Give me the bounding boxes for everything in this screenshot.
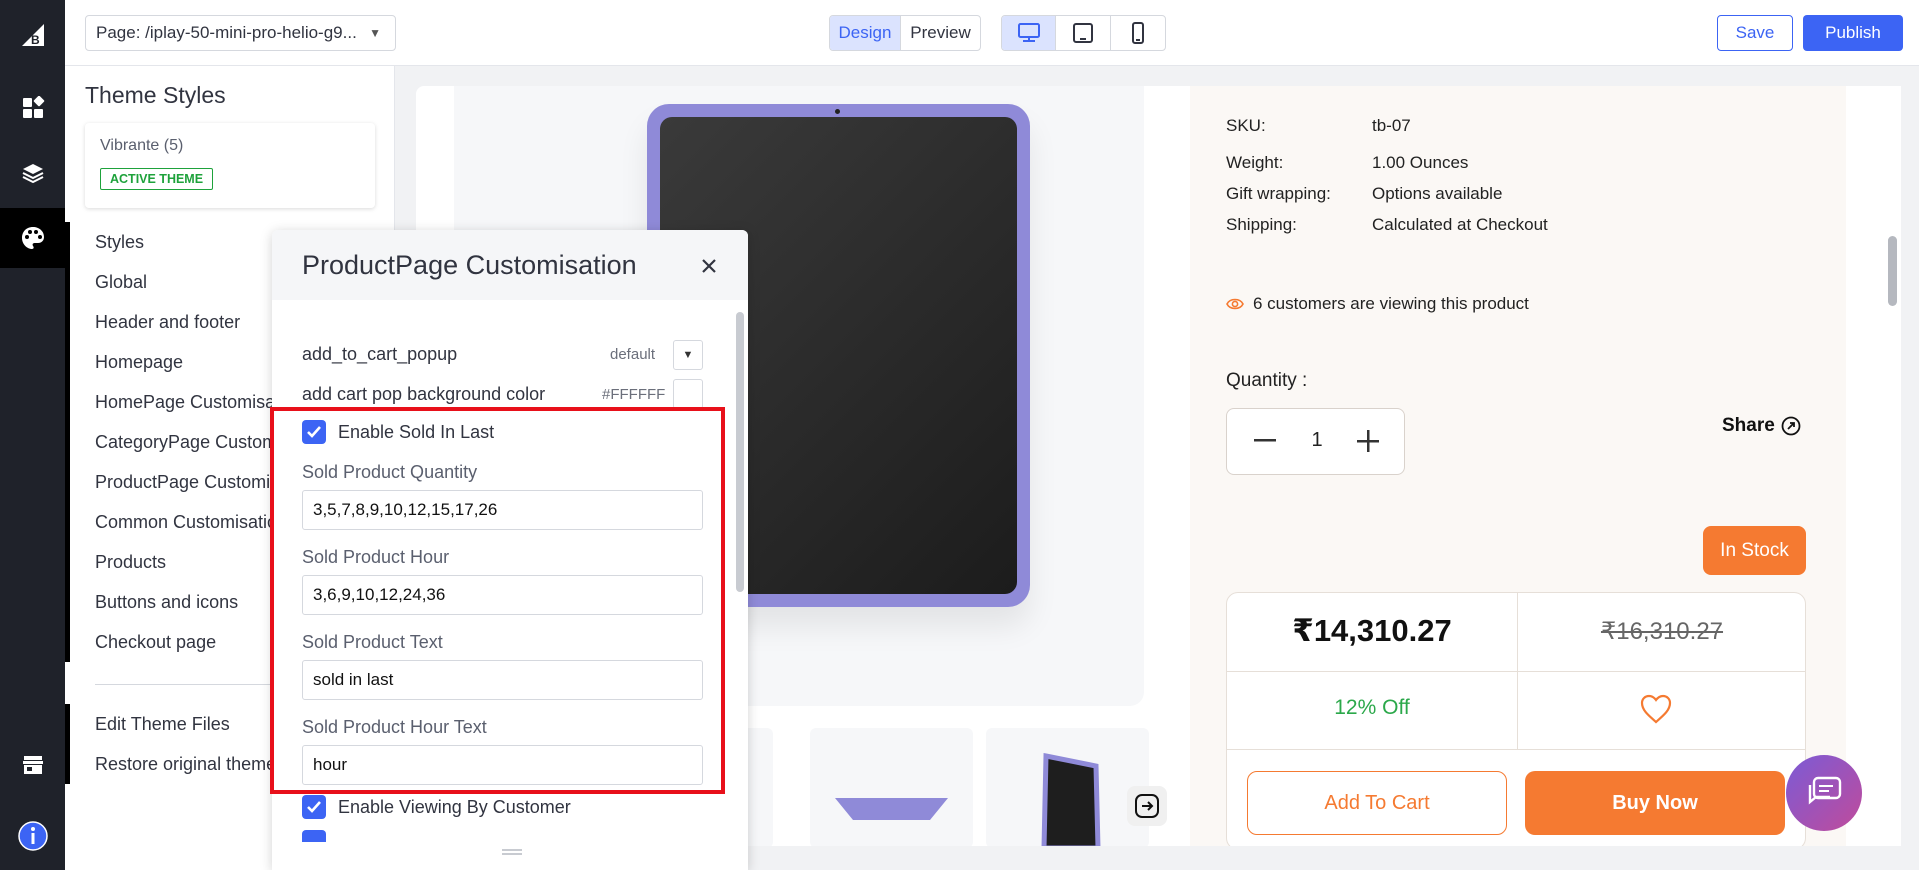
- mobile-icon[interactable]: [1111, 16, 1165, 50]
- spec-value: Options available: [1372, 184, 1503, 203]
- bigcommerce-logo[interactable]: B: [18, 20, 48, 50]
- price-divider-2: [1227, 749, 1805, 750]
- buy-now-button[interactable]: Buy Now: [1525, 771, 1785, 835]
- spec-value: 1.00 Ounces: [1372, 153, 1469, 172]
- quantity-label: Quantity :: [1226, 370, 1308, 391]
- quantity-stepper: 1: [1226, 408, 1405, 475]
- popup-bg-color-label: add cart pop background color: [302, 384, 546, 404]
- next-thumbnail-button[interactable]: [1127, 786, 1167, 826]
- spec-key: Gift wrapping:: [1226, 184, 1331, 203]
- spec-value: tb-07: [1372, 116, 1411, 135]
- price-divider-1: [1227, 671, 1805, 672]
- palette-icon[interactable]: [0, 208, 65, 268]
- page-selector-value: Page: /iplay-50-mini-pro-helio-g9...: [96, 23, 357, 42]
- chat-button[interactable]: [1786, 755, 1862, 831]
- modal-scrollbar-thumb[interactable]: [736, 312, 744, 592]
- publish-button[interactable]: Publish: [1803, 15, 1903, 51]
- thumbnail-3[interactable]: [986, 728, 1149, 846]
- spec-key: SKU:: [1226, 116, 1266, 135]
- svg-text:B: B: [31, 33, 40, 47]
- preview-scrollbar[interactable]: [1884, 86, 1901, 846]
- save-button[interactable]: Save: [1717, 15, 1793, 51]
- color-swatch[interactable]: [673, 379, 703, 409]
- tablet-icon[interactable]: [1056, 16, 1111, 50]
- drag-handle[interactable]: [502, 849, 522, 855]
- active-theme-badge: ACTIVE THEME: [100, 168, 214, 190]
- dashboard-icon[interactable]: [0, 78, 65, 138]
- device-toggle: [1001, 15, 1166, 51]
- share-label: Share: [1722, 415, 1775, 436]
- spec-key: Weight:: [1226, 153, 1284, 172]
- share-arrow-icon: [1781, 416, 1801, 436]
- info-icon[interactable]: [0, 806, 65, 866]
- stock-badge: In Stock: [1703, 526, 1806, 575]
- chat-icon: [1808, 776, 1842, 805]
- page-selector[interactable]: Page: /iplay-50-mini-pro-helio-g9... ▼: [85, 15, 396, 51]
- enable-viewing-label: Enable Viewing By Customer: [338, 797, 571, 817]
- close-icon[interactable]: [697, 254, 721, 278]
- active-theme-card: Vibrante (5) ACTIVE THEME: [85, 123, 375, 208]
- layers-icon[interactable]: [0, 143, 65, 203]
- design-tab[interactable]: Design: [830, 16, 901, 50]
- popup-bg-color-value: #FFFFFF: [602, 386, 666, 403]
- add-to-cart-popup-value: default: [610, 346, 656, 363]
- top-bar: Page: /iplay-50-mini-pro-helio-g9... ▼ D…: [65, 0, 1919, 66]
- price-box: ₹14,310.27 ₹16,310.27 12% Off Add To Car…: [1226, 592, 1806, 846]
- chevron-down-icon: ▼: [369, 26, 381, 40]
- eye-icon: [1226, 298, 1244, 310]
- wishlist-heart-icon[interactable]: [1639, 693, 1673, 725]
- chevron-down-icon[interactable]: ▼: [673, 340, 703, 370]
- thumbnail-2[interactable]: [810, 728, 973, 846]
- highlight-box: [270, 407, 725, 794]
- modal-header: ProductPage Customisation: [272, 230, 748, 300]
- partial-checkbox[interactable]: [302, 830, 326, 842]
- arrow-right-icon: [1135, 794, 1159, 818]
- modal-scrollbar[interactable]: [735, 312, 745, 857]
- product-info: SKU: tb-07 Weight: 1.00 Ounces Gift wrap…: [1190, 86, 1846, 846]
- original-price: ₹16,310.27: [1600, 618, 1724, 645]
- spec-value: Calculated at Checkout: [1372, 215, 1548, 234]
- current-price: ₹14,310.27: [1292, 613, 1452, 648]
- tablet-camera: [835, 109, 840, 114]
- plus-icon[interactable]: [1350, 423, 1386, 459]
- app-rail: B: [0, 0, 65, 870]
- viewers-text: 6 customers are viewing this product: [1253, 294, 1529, 313]
- preview-scrollbar-thumb[interactable]: [1888, 236, 1897, 306]
- quantity-value[interactable]: 1: [1307, 429, 1327, 452]
- spec-key: Shipping:: [1226, 215, 1297, 234]
- desktop-icon[interactable]: [1002, 16, 1056, 50]
- panel-title: Theme Styles: [85, 82, 226, 108]
- modal-title: ProductPage Customisation: [302, 250, 637, 280]
- add-to-cart-popup-label: add_to_cart_popup: [302, 344, 458, 364]
- enable-viewing-checkbox[interactable]: [302, 795, 326, 819]
- theme-name: Vibrante (5): [100, 137, 184, 154]
- discount-label: 12% Off: [1334, 696, 1410, 719]
- add-to-cart-button[interactable]: Add To Cart: [1247, 771, 1507, 835]
- preview-tab[interactable]: Preview: [901, 16, 980, 50]
- mode-toggle: Design Preview: [829, 15, 981, 51]
- viewers-notice: 6 customers are viewing this product: [1226, 294, 1529, 314]
- storefront-icon[interactable]: [0, 735, 65, 795]
- minus-icon[interactable]: [1247, 423, 1283, 459]
- share-button[interactable]: Share: [1722, 415, 1801, 437]
